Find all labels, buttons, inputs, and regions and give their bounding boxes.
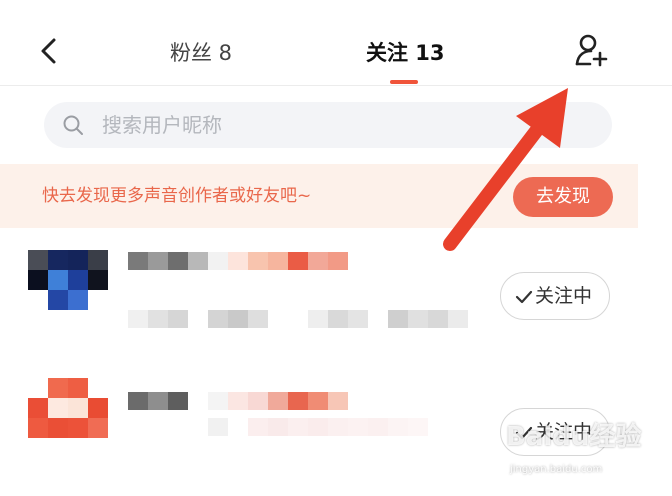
add-user-icon[interactable] xyxy=(574,32,610,68)
check-icon xyxy=(515,290,533,304)
search-box xyxy=(44,102,612,148)
tab-following[interactable]: 关注 13 xyxy=(366,38,445,68)
check-icon xyxy=(515,426,533,440)
avatar[interactable] xyxy=(28,378,108,442)
search-icon xyxy=(63,115,83,135)
top-bar: 粉丝 8 关注 13 xyxy=(0,0,672,86)
search-input[interactable] xyxy=(102,102,582,148)
following-label: 关注中 xyxy=(535,285,593,307)
following-label: 关注中 xyxy=(535,421,593,443)
avatar[interactable] xyxy=(28,250,108,314)
tab-fans[interactable]: 粉丝 8 xyxy=(170,38,232,68)
user-row[interactable]: 关注中 xyxy=(0,250,672,370)
user-row[interactable]: 关注中 xyxy=(0,378,672,496)
banner-text: 快去发现更多声音创作者或好友吧~ xyxy=(42,186,312,206)
following-button[interactable]: 关注中 xyxy=(500,408,610,456)
active-tab-indicator xyxy=(390,80,418,84)
discover-button[interactable]: 去发现 xyxy=(513,177,613,217)
chevron-left-icon[interactable] xyxy=(36,36,62,66)
following-button[interactable]: 关注中 xyxy=(500,272,610,320)
